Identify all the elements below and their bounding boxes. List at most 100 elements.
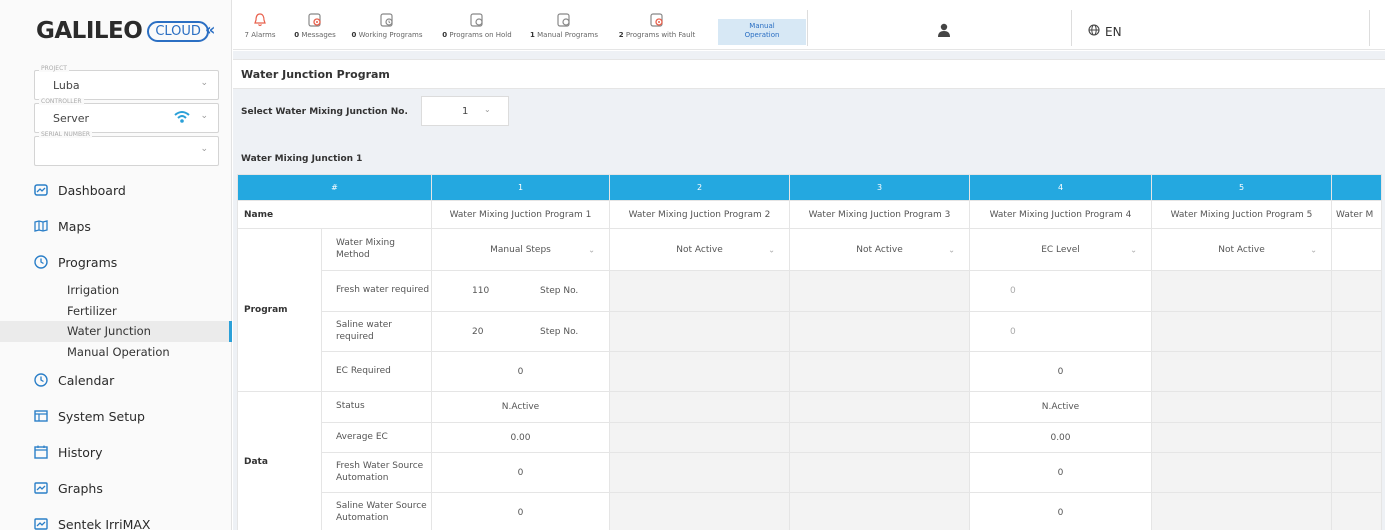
page-title-bar: Water Junction Program — [233, 59, 1385, 89]
fresh-water-input[interactable]: 0 — [969, 270, 1152, 312]
method-select[interactable]: Not Active ⌄ — [1151, 228, 1332, 271]
method-select[interactable]: EC Level ⌄ — [969, 228, 1152, 271]
table-cell — [1331, 422, 1382, 453]
sidebar-item-programs[interactable]: Programs — [0, 244, 232, 280]
method-select[interactable]: Not Active ⌄ — [609, 228, 790, 271]
ec-required-input[interactable]: 0 — [431, 351, 610, 392]
column-header: 2 — [609, 174, 790, 201]
collapse-sidebar-button[interactable]: « — [205, 20, 215, 39]
chevron-down-icon: ⌄ — [484, 105, 491, 114]
program-fault-icon — [613, 13, 701, 27]
program-hold-icon — [438, 13, 516, 27]
alarms-label: Alarms — [251, 31, 276, 39]
sidebar-item-graphs[interactable]: Graphs — [0, 470, 232, 506]
sidebar-item-system-setup[interactable]: System Setup — [0, 398, 232, 434]
dashboard-icon — [34, 183, 48, 197]
programs-on-hold-status[interactable]: 0 Programs on Hold — [438, 0, 516, 50]
table-cell — [1331, 452, 1382, 493]
sidebar-item-calendar[interactable]: Calendar — [0, 362, 232, 398]
controller-select-label: CONTROLLER — [39, 98, 84, 105]
saline-source-value: 0 — [431, 492, 610, 530]
logo-text: GALILEO — [36, 18, 143, 44]
sidebar-item-maps[interactable]: Maps — [0, 208, 232, 244]
sidebar-item-label: Calendar — [58, 372, 115, 388]
manual-programs-status[interactable]: 1 Manual Programs — [523, 0, 605, 50]
serial-number-select[interactable]: SERIAL NUMBER ⌄ — [34, 131, 219, 166]
sidebar-subitem-irrigation[interactable]: Irrigation — [0, 280, 232, 301]
table-cell — [1331, 351, 1382, 392]
ec-required-input[interactable]: 0 — [969, 351, 1152, 392]
fault-label: Programs with Fault — [625, 31, 696, 39]
program-name-cell[interactable]: Water Mixing Juction Program 5 — [1151, 200, 1332, 229]
sidebar-item-label: Maps — [58, 218, 91, 234]
saline-water-input[interactable]: 0 — [969, 311, 1152, 352]
table-icon — [34, 409, 48, 423]
table-cell — [609, 351, 790, 392]
language-selector[interactable]: EN — [1088, 24, 1122, 39]
chevron-down-icon: ⌄ — [200, 144, 208, 154]
row-label: Saline Water Source Automation — [321, 492, 432, 530]
sidebar-nav: Dashboard Maps Programs Irrigation Ferti… — [0, 172, 232, 530]
fresh-water-input[interactable]: 110 Step No. — [431, 270, 610, 312]
program-name-cell[interactable]: Water Mixing Juction Program 3 — [789, 200, 970, 229]
table-row: Data Status N.Active N.Active — [237, 391, 1382, 530]
saline-source-value: 0 — [969, 492, 1152, 530]
sidebar-item-history[interactable]: History — [0, 434, 232, 470]
program-name-cell[interactable]: Water Mixing Juction Program 2 — [609, 200, 790, 229]
messages-label: Messages — [301, 31, 336, 39]
main-content: Water Junction Program Select Water Mixi… — [233, 51, 1385, 530]
table-cell — [1331, 270, 1382, 312]
messages-status[interactable]: 0 Messages — [285, 0, 345, 50]
table-cell — [609, 311, 790, 352]
method-select[interactable]: Manual Steps ⌄ — [431, 228, 610, 271]
sidebar-item-label: Sentek IrriMAX — [58, 516, 151, 530]
junction-number-select[interactable]: 1 ⌄ — [421, 96, 509, 126]
fresh-source-value: 0 — [431, 452, 610, 493]
sidebar-subitem-manual-operation[interactable]: Manual Operation — [0, 342, 232, 363]
top-bar: 7 Alarms 0 Messages 0 Working Programs 0… — [233, 0, 1385, 50]
table-row: Name Water Mixing Juction Program 1 Wate… — [237, 200, 1382, 229]
sensor-icon — [34, 517, 48, 530]
chevron-down-icon: ⌄ — [1130, 245, 1137, 254]
user-icon[interactable] — [937, 22, 951, 41]
programs-with-fault-status[interactable]: 2 Programs with Fault — [613, 0, 701, 50]
project-select[interactable]: PROJECT Luba ⌄ — [34, 65, 219, 100]
sidebar-subitem-water-junction[interactable]: Water Junction — [0, 321, 232, 342]
manual-programs-count: 1 — [530, 31, 535, 39]
method-select[interactable]: Not Active ⌄ — [789, 228, 970, 271]
table-row: Fresh Water Source Automation 0 0 — [238, 452, 1382, 493]
sidebar-item-dashboard[interactable]: Dashboard — [0, 172, 232, 208]
program-name-cell[interactable]: Water M — [1331, 200, 1382, 229]
wifi-icon — [174, 109, 190, 128]
controller-select-value: Server — [53, 112, 90, 125]
fault-count: 2 — [618, 31, 624, 39]
table-row: Average EC 0.00 0.00 — [238, 422, 1382, 453]
table-cell — [789, 311, 970, 352]
chevron-down-icon: ⌄ — [588, 245, 595, 254]
manual-operation-line2: Operation — [744, 31, 780, 40]
column-header: 1 — [431, 174, 610, 201]
method-value: Manual Steps — [490, 244, 551, 255]
sidebar-item-sentek[interactable]: Sentek IrriMAX — [0, 506, 232, 530]
sidebar-subitem-fertilizer[interactable]: Fertilizer — [0, 301, 232, 322]
table-cell — [1331, 228, 1382, 271]
chevron-down-icon: ⌄ — [768, 245, 775, 254]
manual-programs-label: Manual Programs — [537, 31, 598, 39]
fresh-source-value: 0 — [969, 452, 1152, 493]
calendar-clock-icon — [34, 373, 48, 387]
working-programs-status[interactable]: 0 Working Programs — [346, 0, 428, 50]
page-title: Water Junction Program — [241, 68, 390, 81]
chevron-down-icon: ⌄ — [200, 111, 208, 121]
row-label: Saline water required — [321, 311, 432, 352]
junction-number-value: 1 — [462, 106, 469, 117]
manual-operation-button[interactable]: Manual Operation — [718, 19, 806, 45]
program-name-cell[interactable]: Water Mixing Juction Program 1 — [431, 200, 610, 229]
alarms-status[interactable]: 7 Alarms — [239, 0, 281, 50]
method-value: Not Active — [676, 244, 723, 255]
program-name-cell[interactable]: Water Mixing Juction Program 4 — [969, 200, 1152, 229]
table-cell — [609, 492, 790, 530]
controller-select[interactable]: CONTROLLER Server ⌄ — [34, 98, 219, 133]
saline-water-input[interactable]: 20 Step No. — [431, 311, 610, 352]
row-label: Name — [237, 200, 432, 229]
step-unit: Step No. — [540, 326, 579, 337]
